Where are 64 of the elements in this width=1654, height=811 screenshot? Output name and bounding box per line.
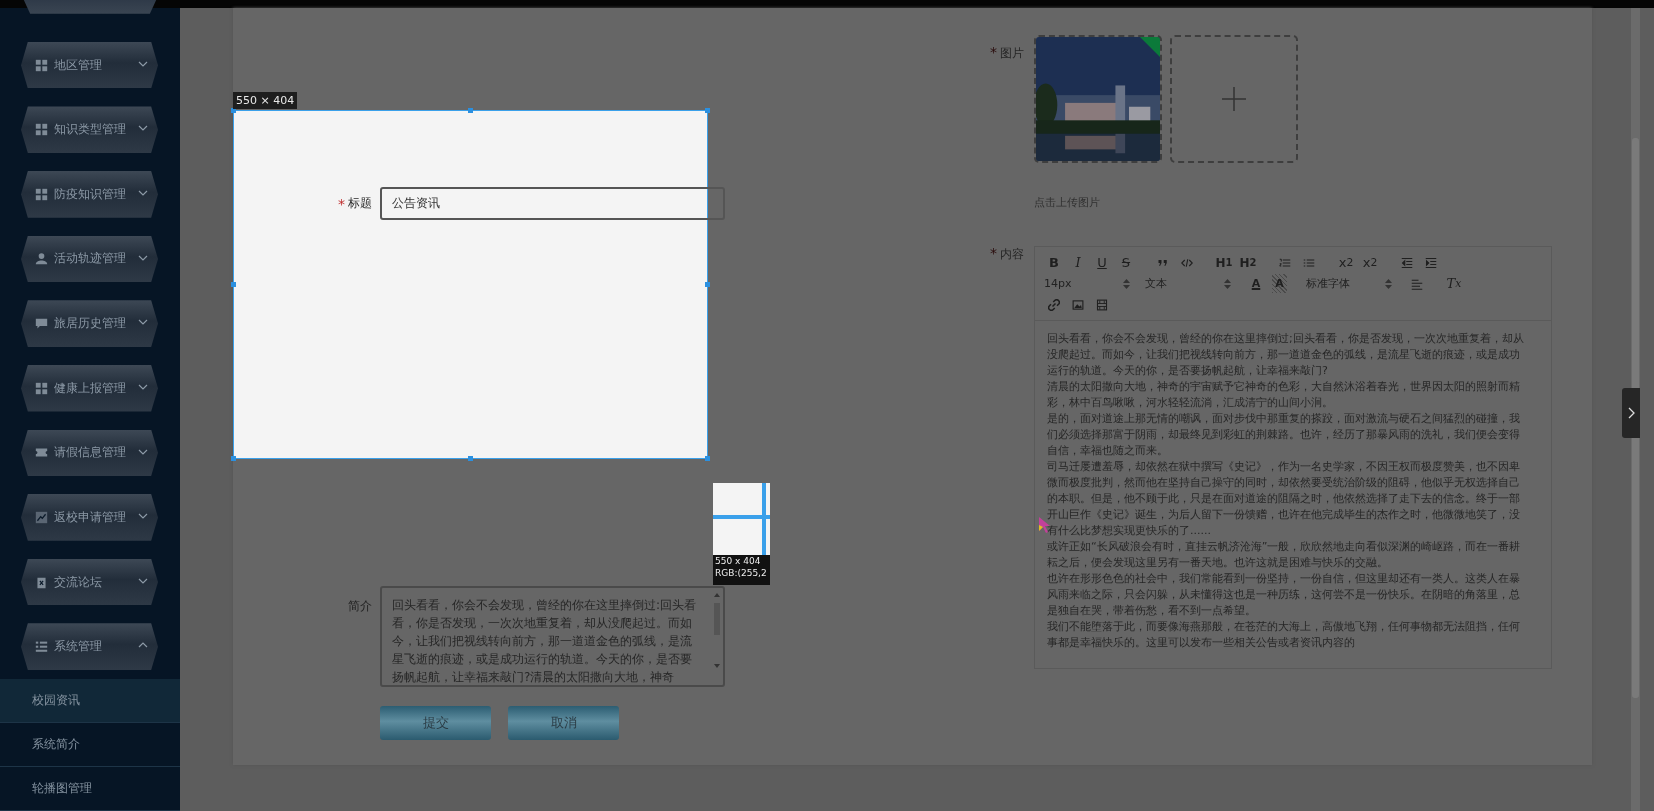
- bold-button[interactable]: B: [1042, 253, 1066, 272]
- outdent-icon[interactable]: [1401, 256, 1413, 269]
- video-icon[interactable]: [1096, 298, 1108, 311]
- numbered-list-icon[interactable]: [1279, 256, 1291, 269]
- submenu-item[interactable]: 校园资讯: [0, 678, 180, 723]
- form-button[interactable]: 提交: [380, 706, 491, 740]
- strikethrough-button[interactable]: S: [1114, 253, 1138, 272]
- required-mark: *: [990, 246, 997, 263]
- align-icon[interactable]: [1411, 277, 1423, 290]
- required-mark: *: [338, 196, 345, 211]
- clipboard-icon: [35, 575, 48, 589]
- chat-icon: [35, 317, 48, 331]
- code-icon[interactable]: [1181, 256, 1193, 269]
- toolbar-select[interactable]: 14px: [1042, 274, 1130, 293]
- menu-item[interactable]: 返校申请管理: [21, 494, 158, 541]
- ticket-icon: [35, 446, 48, 460]
- field-label: 简介: [348, 598, 372, 615]
- toolbar-select[interactable]: 文本: [1143, 274, 1231, 293]
- grid-icon: [35, 58, 48, 72]
- font-color-button[interactable]: A: [1244, 274, 1268, 293]
- required-mark: *: [990, 45, 997, 62]
- title-input[interactable]: 公告资讯: [380, 187, 725, 220]
- underline-button[interactable]: U: [1090, 253, 1114, 272]
- menu-item[interactable]: 请假信息管理: [21, 429, 158, 477]
- grid-icon: [35, 381, 48, 395]
- size-label: 550 × 404: [233, 92, 298, 109]
- bullet-list-icon[interactable]: [1303, 256, 1315, 269]
- toolbar-select[interactable]: 标准字体: [1304, 274, 1392, 293]
- person-icon: [35, 252, 48, 266]
- menu-item[interactable]: 防疫知识管理: [21, 171, 158, 218]
- menu-item[interactable]: 旅居历史管理: [21, 300, 158, 347]
- image-icon[interactable]: [1072, 298, 1084, 311]
- field-label: 标题: [348, 195, 372, 212]
- rich-text-editor[interactable]: [1034, 246, 1552, 669]
- highlight-button[interactable]: A: [1272, 274, 1287, 293]
- updown-arrow-icon: [1224, 278, 1231, 289]
- grid-icon: [35, 123, 48, 137]
- menu-item[interactable]: 健康上报管理: [21, 364, 158, 412]
- link-icon[interactable]: [1048, 298, 1060, 311]
- magnifier-text: RGB:(255,2: [714, 567, 768, 579]
- menu-item[interactable]: 系统管理: [21, 623, 158, 670]
- list-icon: [35, 640, 48, 654]
- magnifier-text: 550 x 404: [714, 555, 762, 567]
- upload-button[interactable]: [1170, 35, 1298, 163]
- italic-button[interactable]: I: [1066, 253, 1090, 272]
- chevron-right-icon: [1627, 407, 1635, 419]
- menu-item[interactable]: 地区管理: [21, 41, 158, 89]
- field-label: 图片: [1000, 45, 1024, 62]
- menu-item[interactable]: 活动轨迹管理: [21, 235, 158, 283]
- expand-tab[interactable]: [1622, 388, 1640, 438]
- grid-icon: [35, 187, 48, 201]
- menu-item[interactable]: 交流论坛: [21, 558, 158, 606]
- form-button[interactable]: 取消: [508, 706, 619, 740]
- magnifier-icon: [713, 483, 770, 555]
- updown-arrow-icon: [1123, 278, 1130, 289]
- chart-icon: [35, 510, 48, 524]
- menu-item[interactable]: 知识类型管理: [21, 106, 158, 154]
- plus-icon: [1222, 87, 1246, 111]
- indent-icon[interactable]: [1425, 256, 1437, 269]
- scrollbar[interactable]: [1631, 8, 1640, 811]
- field-label: 内容: [1000, 246, 1024, 263]
- capture-selection[interactable]: [233, 110, 708, 459]
- updown-arrow-icon: [1385, 278, 1392, 289]
- success-corner-icon: [1140, 37, 1160, 57]
